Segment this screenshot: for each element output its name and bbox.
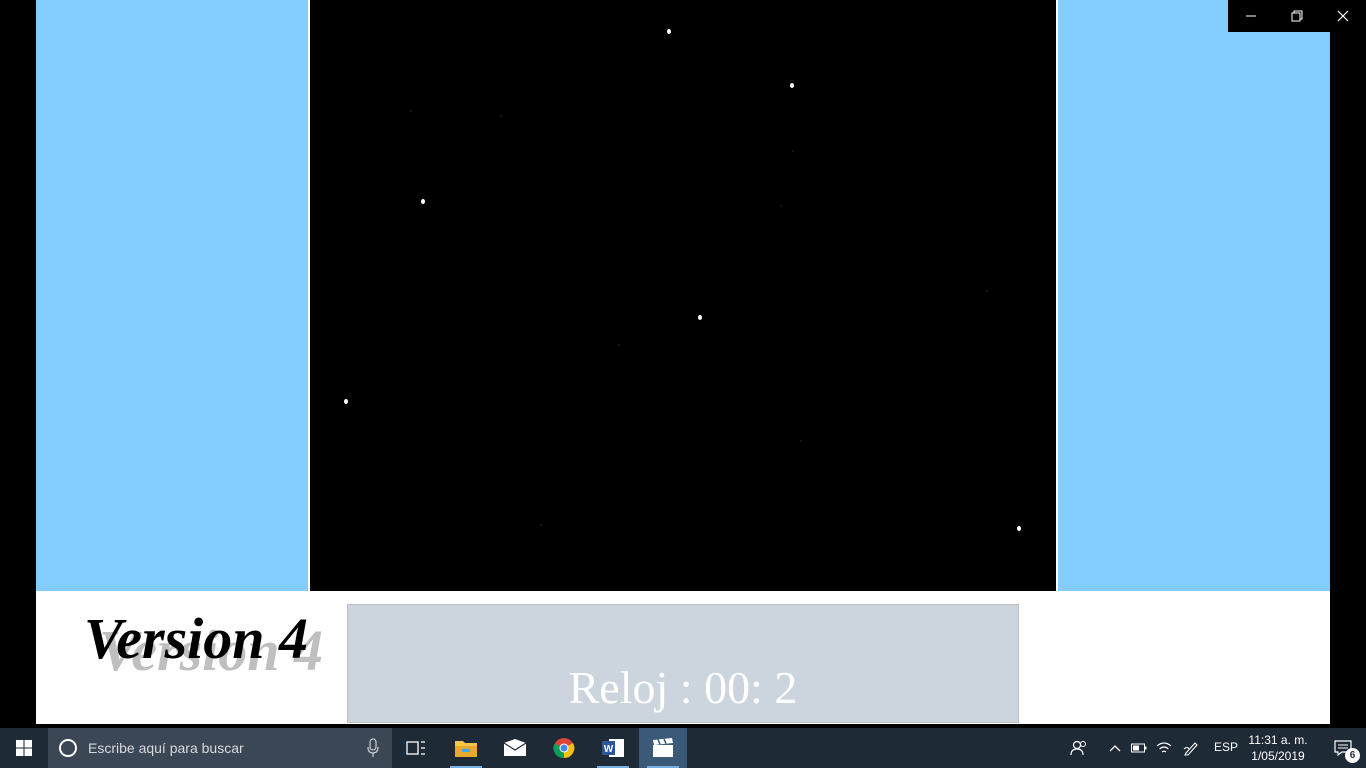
version-heading-text: Version 4 [84,606,309,671]
app-window: Version 4 Version 4 Reloj : 00: 2 [36,0,1330,724]
word-button[interactable]: W [589,728,637,768]
clapperboard-icon [653,738,673,757]
taskbar: Escribe aquí para buscar W ESP 11:31 a. … [0,728,1366,768]
taskbar-time: 11:31 a. m. [1248,733,1308,747]
version-heading: Version 4 Version 4 [84,610,344,680]
star [790,83,794,88]
wifi-icon [1156,742,1172,753]
restore-icon [1291,10,1303,22]
starfield-canvas[interactable] [310,0,1056,591]
search-placeholder: Escribe aquí para buscar [88,740,244,756]
file-explorer-button[interactable] [442,728,490,768]
people-icon [1070,740,1086,756]
battery-button[interactable] [1128,728,1150,768]
chevron-up-icon [1109,745,1121,752]
star [800,440,802,442]
pen-workspace-button[interactable] [1180,728,1202,768]
close-icon [1337,10,1349,22]
chrome-button[interactable] [540,728,588,768]
star [500,115,502,117]
microphone-icon[interactable] [366,738,380,758]
taskbar-clock[interactable]: 11:31 a. m. 1/05/2019 [1244,732,1312,764]
left-side-panel [36,0,308,591]
action-center-button[interactable]: 6 [1320,728,1366,768]
clock-panel: Reloj : 00: 2 [347,604,1019,723]
search-box[interactable]: Escribe aquí para buscar [48,728,392,768]
star [986,290,988,292]
star [667,29,671,34]
star [410,110,412,112]
star [792,150,794,152]
notification-badge: 6 [1345,748,1360,763]
svg-text:W: W [604,744,614,755]
chrome-icon [553,738,575,759]
mail-icon [503,739,527,756]
network-button[interactable] [1153,728,1175,768]
battery-icon [1131,743,1147,753]
taskbar-date: 1/05/2019 [1251,749,1305,763]
windows-logo-icon [16,740,32,756]
people-button[interactable] [1066,728,1092,768]
right-side-panel [1058,0,1330,591]
task-view-icon [406,741,425,755]
star [780,205,782,207]
language-indicator[interactable]: ESP [1214,740,1238,754]
movie-app-button[interactable] [639,728,687,768]
show-hidden-icons-button[interactable] [1104,728,1126,768]
star [1017,526,1021,531]
mail-button[interactable] [491,728,539,768]
start-button[interactable] [0,728,48,768]
clock-text: Reloj : 00: 2 [568,662,798,713]
folder-icon [455,741,477,757]
restore-button[interactable] [1274,0,1320,32]
word-icon: W [602,739,624,757]
star [698,315,702,320]
cortana-icon [59,739,77,757]
star [540,524,542,526]
close-button[interactable] [1320,0,1366,32]
minimize-icon [1246,15,1256,17]
task-view-button[interactable] [392,728,440,768]
star [344,399,348,404]
star [421,199,425,204]
pen-icon [1183,742,1198,756]
minimize-button[interactable] [1228,0,1274,32]
window-controls [1228,0,1366,32]
star [618,344,620,346]
